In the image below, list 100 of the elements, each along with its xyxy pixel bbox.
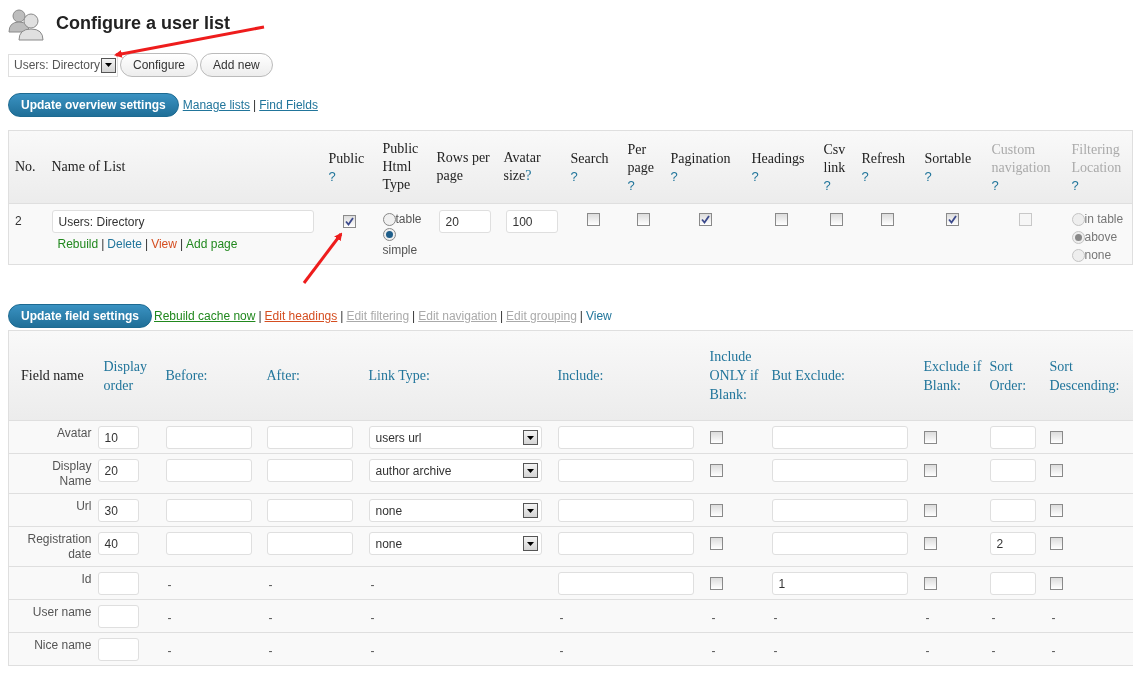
checkbox[interactable] bbox=[586, 213, 600, 227]
text-field[interactable] bbox=[557, 426, 694, 449]
row-action-link[interactable]: Rebuild bbox=[57, 235, 99, 253]
empty-value: - bbox=[558, 610, 564, 627]
row-action-link[interactable]: Add page bbox=[186, 235, 238, 253]
text-field[interactable] bbox=[771, 426, 908, 449]
help-link[interactable]: ? bbox=[328, 167, 336, 185]
radio-button[interactable] bbox=[1071, 212, 1085, 226]
checkbox[interactable] bbox=[775, 213, 788, 227]
text-field[interactable] bbox=[165, 499, 252, 522]
text-field[interactable]: 20 bbox=[97, 459, 139, 482]
list-dropdown[interactable]: Users: Directory bbox=[8, 53, 118, 77]
text-field[interactable] bbox=[97, 572, 139, 595]
link-type-dropdown[interactable]: none bbox=[368, 499, 542, 522]
checkbox[interactable] bbox=[923, 464, 937, 478]
text-field[interactable]: 100 bbox=[505, 210, 558, 233]
radio-button[interactable] bbox=[1071, 248, 1085, 262]
help-link[interactable]: ? bbox=[823, 176, 831, 194]
checkbox[interactable] bbox=[880, 213, 894, 227]
help-link[interactable]: ? bbox=[861, 167, 869, 185]
text-field[interactable] bbox=[557, 499, 694, 522]
text-field[interactable] bbox=[97, 638, 139, 661]
checkbox[interactable] bbox=[1049, 504, 1063, 518]
text-field[interactable]: 10 bbox=[97, 426, 139, 449]
column-header[interactable]: But Exclude: bbox=[771, 366, 916, 385]
help-link[interactable]: ? bbox=[751, 167, 759, 185]
text-field[interactable] bbox=[771, 459, 908, 482]
text-field[interactable] bbox=[266, 459, 353, 482]
column-header[interactable]: Link Type: bbox=[368, 366, 550, 385]
text-field[interactable]: 40 bbox=[97, 532, 139, 555]
text-field[interactable] bbox=[557, 532, 694, 555]
checkbox[interactable] bbox=[698, 213, 712, 227]
column-header[interactable]: Exclude if Blank: bbox=[923, 356, 982, 395]
checkbox[interactable] bbox=[709, 431, 723, 445]
row-action-link[interactable]: Delete bbox=[107, 235, 142, 253]
text-field[interactable] bbox=[266, 426, 353, 449]
link-type-dropdown[interactable]: author archive bbox=[368, 459, 542, 482]
text-field[interactable] bbox=[771, 532, 908, 555]
text-field[interactable] bbox=[989, 499, 1036, 522]
action-button[interactable]: Configure bbox=[120, 53, 199, 77]
text-field[interactable]: Users: Directory bbox=[51, 210, 314, 233]
column-header[interactable]: Include ONLY if Blank: bbox=[709, 347, 764, 404]
checkbox[interactable] bbox=[923, 431, 937, 445]
checkbox[interactable] bbox=[709, 537, 723, 551]
checkbox[interactable] bbox=[923, 537, 937, 551]
row-action-link[interactable]: View bbox=[151, 235, 177, 253]
help-link[interactable]: ? bbox=[627, 176, 635, 194]
text-field[interactable]: 1 bbox=[771, 572, 908, 595]
nav-link[interactable]: Manage lists bbox=[182, 96, 251, 114]
text-field[interactable]: 20 bbox=[438, 210, 491, 233]
text-field[interactable] bbox=[989, 572, 1036, 595]
text-field[interactable] bbox=[165, 426, 252, 449]
help-link[interactable]: ? bbox=[670, 167, 678, 185]
text-field[interactable] bbox=[266, 499, 353, 522]
checkbox[interactable] bbox=[636, 213, 650, 227]
column-header[interactable]: Sort Descending: bbox=[1049, 356, 1133, 395]
checkbox[interactable] bbox=[1049, 577, 1063, 591]
nav-link[interactable]: Find Fields bbox=[259, 96, 318, 114]
text-field[interactable] bbox=[165, 532, 252, 555]
text-field[interactable] bbox=[97, 605, 139, 628]
checkbox[interactable] bbox=[709, 577, 723, 591]
checkbox[interactable] bbox=[945, 213, 959, 227]
toolbar-link[interactable]: View bbox=[585, 307, 612, 325]
text-field[interactable]: 2 bbox=[989, 532, 1036, 555]
radio-button[interactable] bbox=[382, 228, 396, 241]
help-link[interactable]: ? bbox=[924, 167, 932, 185]
checkbox[interactable] bbox=[1049, 464, 1063, 478]
checkbox[interactable] bbox=[709, 464, 723, 478]
radio-button[interactable] bbox=[1071, 230, 1085, 244]
checkbox[interactable] bbox=[923, 504, 937, 518]
toolbar-link[interactable]: Edit headings bbox=[264, 307, 338, 325]
column-header[interactable]: Include: bbox=[557, 366, 702, 385]
text-field[interactable]: 30 bbox=[97, 499, 139, 522]
text-field[interactable] bbox=[165, 459, 252, 482]
checkbox[interactable] bbox=[923, 577, 937, 591]
column-header[interactable]: After: bbox=[266, 366, 361, 385]
checkbox[interactable] bbox=[830, 213, 843, 227]
checkbox[interactable] bbox=[709, 504, 723, 518]
radio-button[interactable] bbox=[382, 212, 396, 226]
text-field[interactable] bbox=[557, 572, 694, 595]
text-field[interactable] bbox=[989, 459, 1036, 482]
text-field[interactable] bbox=[266, 532, 353, 555]
text-field[interactable] bbox=[557, 459, 694, 482]
toolbar-link[interactable]: Rebuild cache now bbox=[154, 307, 256, 325]
help-link[interactable]: ? bbox=[570, 167, 578, 185]
checkbox[interactable] bbox=[1049, 431, 1063, 445]
text-field[interactable] bbox=[771, 499, 908, 522]
column-header: Custom navigation bbox=[991, 140, 1052, 177]
column-header[interactable]: Display order bbox=[103, 356, 158, 395]
update-button[interactable]: Update overview settings bbox=[8, 93, 179, 117]
checkbox[interactable] bbox=[343, 215, 356, 229]
action-button[interactable]: Add new bbox=[200, 53, 273, 77]
update-button[interactable]: Update field settings bbox=[8, 304, 152, 328]
column-header[interactable]: Before: bbox=[165, 366, 259, 385]
link-type-dropdown[interactable]: users url bbox=[368, 426, 542, 449]
checkbox[interactable] bbox=[1049, 537, 1063, 551]
link-type-dropdown[interactable]: none bbox=[368, 532, 542, 555]
text-field[interactable] bbox=[989, 426, 1036, 449]
checkbox[interactable] bbox=[1019, 213, 1032, 227]
column-header[interactable]: Sort Order: bbox=[989, 356, 1042, 395]
